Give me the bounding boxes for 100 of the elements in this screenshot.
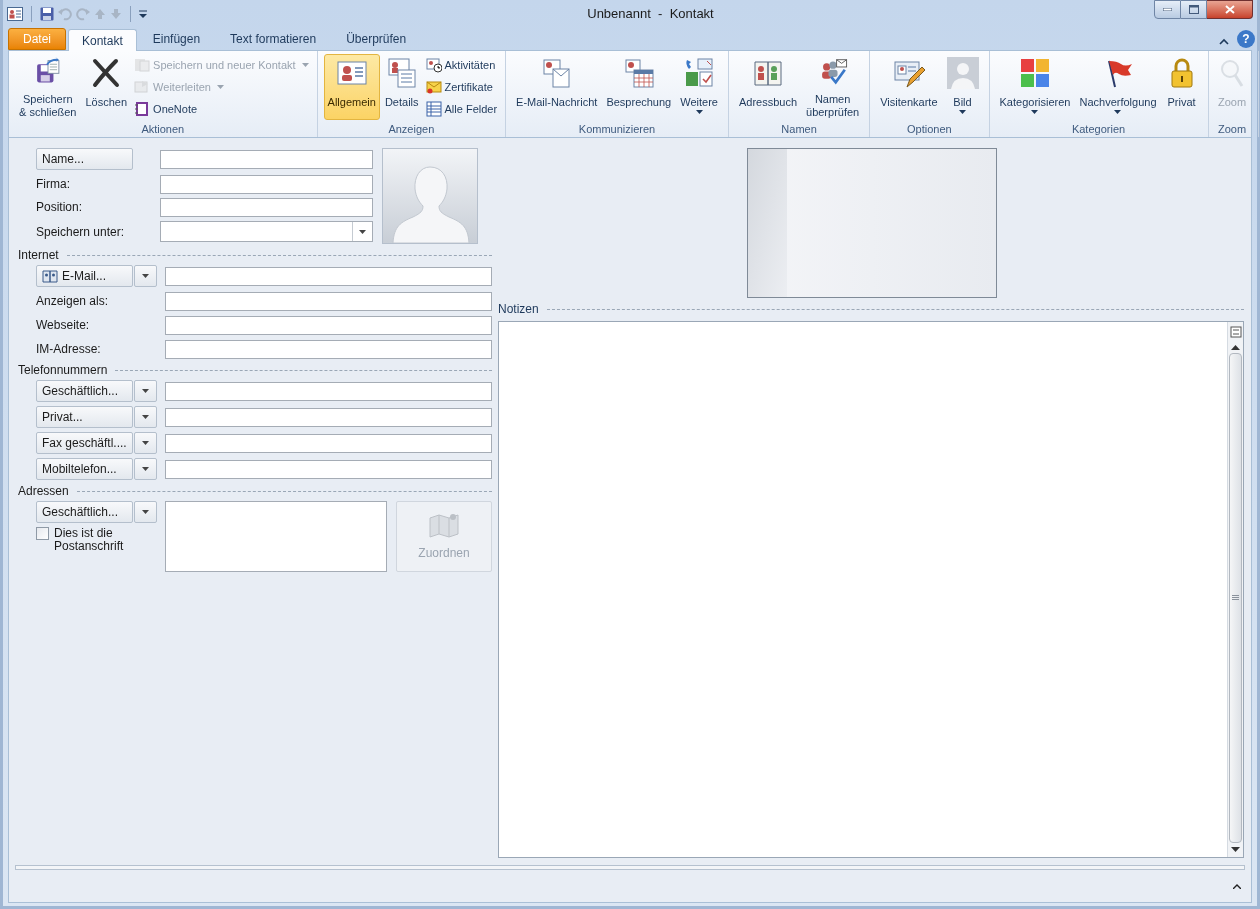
ribbon-button[interactable]: Löschen: [81, 54, 132, 120]
text-field[interactable]: [165, 339, 492, 359]
up-arrow-icon[interactable]: [94, 7, 106, 20]
field-type-button[interactable]: Geschäftlich...: [36, 501, 133, 523]
ribbon-button[interactable]: Bild: [942, 54, 983, 120]
ribbon-button[interactable]: Namen überprüfen: [802, 54, 864, 120]
field-type-button[interactable]: Privat...: [36, 406, 133, 428]
minimize-button[interactable]: [1154, 0, 1181, 19]
email-message-icon: [540, 57, 573, 89]
ribbon-button[interactable]: Besprechung: [602, 54, 676, 120]
notebook-icon: [134, 101, 151, 117]
ribbon-tab[interactable]: Überprüfen: [332, 28, 421, 50]
help-button[interactable]: ?: [1237, 30, 1255, 48]
contact-photo-placeholder[interactable]: [382, 148, 478, 244]
section-heading: Telefonnummern: [18, 362, 108, 379]
postal-address-checkbox[interactable]: Dies ist die Postanschrift: [36, 527, 165, 553]
ribbon-group-label: Namen: [780, 122, 818, 137]
field-type-button[interactable]: Mobiltelefon...: [36, 458, 133, 480]
field-label: Firma:: [36, 176, 70, 193]
ribbon-group-label: Zoom: [1216, 122, 1248, 137]
customize-dropdown-icon[interactable]: [139, 8, 147, 19]
dropdown-button[interactable]: [134, 432, 157, 454]
field-type-button[interactable]: Geschäftlich...: [36, 380, 133, 402]
text-field[interactable]: [165, 433, 492, 453]
field-label: Anzeigen als:: [36, 293, 109, 310]
ribbon-tab[interactable]: Kontakt: [68, 29, 137, 51]
scroll-down-icon[interactable]: [1231, 847, 1240, 853]
maximize-button[interactable]: [1181, 0, 1207, 19]
ribbon-group-label: Kategorien: [1070, 122, 1127, 137]
ribbon-button[interactable]: Privat: [1161, 54, 1202, 120]
certificate-icon: [425, 79, 442, 95]
maximize-icon: [1188, 5, 1199, 14]
ribbon-group-label: Optionen: [906, 122, 953, 137]
split-window-icon[interactable]: [1229, 326, 1242, 338]
ribbon-button[interactable]: Nachverfolgung: [1075, 54, 1161, 120]
text-field[interactable]: [165, 315, 492, 335]
caret-icon: [359, 229, 366, 234]
caret-icon: [142, 467, 149, 471]
ribbon-group-label: Kommunizieren: [577, 122, 657, 137]
text-field[interactable]: [165, 381, 492, 401]
field-label: Position:: [36, 199, 83, 216]
ribbon-button[interactable]: Details: [380, 54, 423, 120]
collapse-ribbon-icon[interactable]: [1219, 38, 1229, 45]
save-icon[interactable]: [40, 6, 54, 21]
section-heading: Adressen: [18, 483, 69, 500]
folded-map-icon: [428, 511, 460, 540]
text-field[interactable]: [165, 459, 492, 479]
caret-icon: [142, 274, 149, 278]
caret-icon: [142, 510, 149, 514]
address-field[interactable]: [165, 501, 387, 572]
caret-icon: [695, 110, 703, 114]
ribbon-button[interactable]: Weitere: [676, 54, 722, 120]
ribbon-button[interactable]: Kategorisieren: [995, 54, 1075, 120]
caret-icon: [301, 63, 309, 67]
field-type-button[interactable]: Fax geschäftl....: [36, 432, 133, 454]
contact-card-icon[interactable]: [7, 6, 23, 21]
ribbon-button[interactable]: Allgemein: [323, 54, 380, 120]
business-card-preview[interactable]: [747, 148, 997, 298]
dropdown-button[interactable]: [134, 501, 157, 523]
ribbon-button[interactable]: Visitenkarte: [876, 54, 942, 120]
person-silhouette-icon: [946, 57, 979, 89]
ribbon-button[interactable]: Alle Felder: [423, 99, 500, 119]
window-title: Unbenannt - Kontakt: [587, 4, 714, 23]
ribbon-button[interactable]: OneNote: [132, 99, 311, 119]
field-label: IM-Adresse:: [36, 341, 101, 358]
caret-icon: [1114, 110, 1122, 114]
field-label: Speichern unter:: [36, 223, 125, 241]
caret-icon: [142, 415, 149, 419]
text-field[interactable]: [159, 197, 373, 217]
ribbon-button[interactable]: Speichern & schließen: [15, 54, 81, 120]
ribbon-button[interactable]: Zertifikate: [423, 77, 500, 97]
text-field[interactable]: [159, 149, 373, 169]
dropdown-button[interactable]: [134, 458, 157, 480]
section-heading: Internet: [18, 247, 59, 264]
combo-box[interactable]: [159, 221, 373, 242]
text-field[interactable]: [165, 266, 492, 286]
expand-people-pane-icon[interactable]: [1233, 883, 1241, 889]
dropdown-button[interactable]: [134, 265, 157, 287]
notes-field[interactable]: [498, 321, 1244, 858]
text-field[interactable]: [165, 407, 492, 427]
name-button[interactable]: Name...: [36, 148, 133, 170]
scroll-up-icon[interactable]: [1231, 344, 1240, 350]
ribbon-button[interactable]: Aktivitäten: [423, 55, 500, 75]
redo-icon[interactable]: [76, 6, 90, 21]
down-arrow-icon[interactable]: [110, 7, 122, 20]
ribbon-tab[interactable]: Einfügen: [138, 28, 215, 50]
caret-icon: [1031, 110, 1039, 114]
field-type-button[interactable]: E-Mail...: [36, 265, 133, 287]
vertical-scrollbar[interactable]: [1227, 322, 1243, 857]
ribbon-tab[interactable]: Text formatieren: [216, 28, 331, 50]
ribbon-button[interactable]: E-Mail-Nachricht: [512, 54, 602, 120]
close-button[interactable]: [1207, 0, 1253, 19]
text-field[interactable]: [159, 174, 373, 194]
minimize-icon: [1163, 8, 1172, 11]
dropdown-button[interactable]: [134, 406, 157, 428]
text-field[interactable]: [165, 291, 492, 311]
ribbon-button[interactable]: Adressbuch: [734, 54, 801, 120]
scroll-thumb[interactable]: [1229, 353, 1242, 843]
dropdown-button[interactable]: [134, 380, 157, 402]
category-squares-icon: [1019, 57, 1051, 89]
